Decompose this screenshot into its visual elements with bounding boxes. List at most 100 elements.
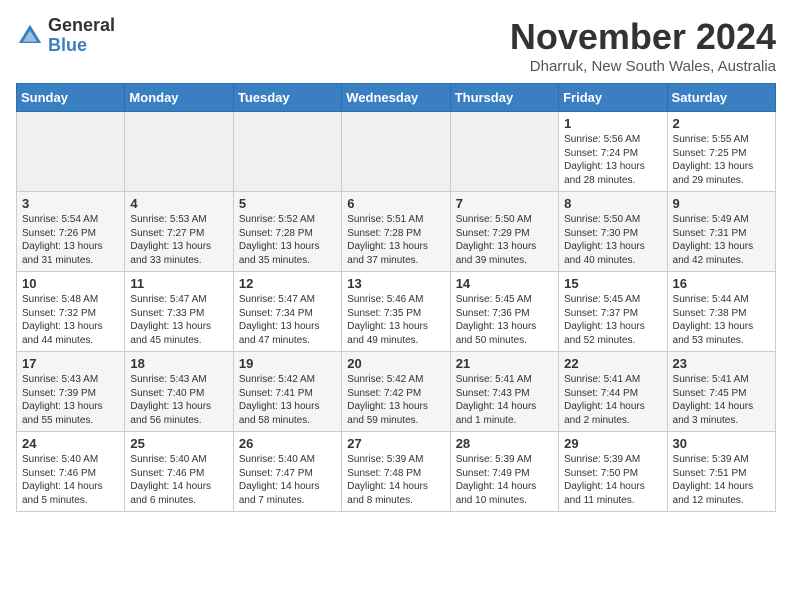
day-info: Sunrise: 5:50 AM Sunset: 7:29 PM Dayligh… [456,213,553,267]
day-info: Sunrise: 5:40 AM Sunset: 7:46 PM Dayligh… [130,453,227,507]
calendar-week-2: 3Sunrise: 5:54 AM Sunset: 7:26 PM Daylig… [17,192,776,272]
day-info: Sunrise: 5:45 AM Sunset: 7:37 PM Dayligh… [564,293,661,347]
calendar-cell: 26 Sunrise: 5:40 AM Sunset: 7:47 PM Dayli… [233,432,341,512]
day-info: Sunrise: 5:42 AM Sunset: 7:42 PM Dayligh… [347,373,444,427]
day-number: 28 [456,436,553,451]
calendar-title: November 2024 [510,16,776,58]
calendar-header-row: SundayMondayTuesdayWednesdayThursdayFrid… [17,84,776,112]
calendar-cell: 11 Sunrise: 5:47 AM Sunset: 7:33 PM Dayli… [125,272,233,352]
day-info: Sunrise: 5:47 AM Sunset: 7:34 PM Dayligh… [239,293,336,347]
day-number: 6 [347,196,444,211]
day-info: Sunrise: 5:39 AM Sunset: 7:48 PM Dayligh… [347,453,444,507]
calendar-week-4: 17 Sunrise: 5:43 AM Sunset: 7:39 PM Dayli… [17,352,776,432]
day-info: Sunrise: 5:50 AM Sunset: 7:30 PM Dayligh… [564,213,661,267]
calendar-week-5: 24 Sunrise: 5:40 AM Sunset: 7:46 PM Dayli… [17,432,776,512]
day-info: Sunrise: 5:49 AM Sunset: 7:31 PM Dayligh… [673,213,770,267]
calendar-cell: 3Sunrise: 5:54 AM Sunset: 7:26 PM Daylig… [17,192,125,272]
day-info: Sunrise: 5:53 AM Sunset: 7:27 PM Dayligh… [130,213,227,267]
logo-general-text: General [48,16,115,36]
day-number: 21 [456,356,553,371]
day-number: 16 [673,276,770,291]
calendar-cell [17,112,125,192]
day-info: Sunrise: 5:48 AM Sunset: 7:32 PM Dayligh… [22,293,119,347]
day-number: 9 [673,196,770,211]
header-friday: Friday [559,84,667,112]
header-tuesday: Tuesday [233,84,341,112]
title-block: November 2024 Dharruk, New South Wales, … [510,16,776,75]
day-number: 17 [22,356,119,371]
day-info: Sunrise: 5:47 AM Sunset: 7:33 PM Dayligh… [130,293,227,347]
calendar-cell [342,112,450,192]
day-info: Sunrise: 5:55 AM Sunset: 7:25 PM Dayligh… [673,133,770,187]
calendar-cell: 28 Sunrise: 5:39 AM Sunset: 7:49 PM Dayli… [450,432,558,512]
day-info: Sunrise: 5:42 AM Sunset: 7:41 PM Dayligh… [239,373,336,427]
calendar-cell: 6Sunrise: 5:51 AM Sunset: 7:28 PM Daylig… [342,192,450,272]
header-sunday: Sunday [17,84,125,112]
header-saturday: Saturday [667,84,775,112]
day-number: 5 [239,196,336,211]
day-info: Sunrise: 5:40 AM Sunset: 7:47 PM Dayligh… [239,453,336,507]
calendar-cell: 9 Sunrise: 5:49 AM Sunset: 7:31 PM Daylig… [667,192,775,272]
day-number: 26 [239,436,336,451]
day-number: 23 [673,356,770,371]
day-info: Sunrise: 5:54 AM Sunset: 7:26 PM Dayligh… [22,213,119,267]
calendar-table: SundayMondayTuesdayWednesdayThursdayFrid… [16,83,776,512]
calendar-cell: 16 Sunrise: 5:44 AM Sunset: 7:38 PM Dayli… [667,272,775,352]
day-number: 30 [673,436,770,451]
day-number: 2 [673,116,770,131]
page-header: General Blue November 2024 Dharruk, New … [16,16,776,75]
calendar-cell: 30Sunrise: 5:39 AM Sunset: 7:51 PM Dayli… [667,432,775,512]
calendar-cell: 25Sunrise: 5:40 AM Sunset: 7:46 PM Dayli… [125,432,233,512]
day-info: Sunrise: 5:44 AM Sunset: 7:38 PM Dayligh… [673,293,770,347]
calendar-cell: 20 Sunrise: 5:42 AM Sunset: 7:42 PM Dayli… [342,352,450,432]
day-number: 10 [22,276,119,291]
calendar-cell: 14 Sunrise: 5:45 AM Sunset: 7:36 PM Dayli… [450,272,558,352]
day-number: 7 [456,196,553,211]
calendar-week-1: 1 Sunrise: 5:56 AM Sunset: 7:24 PM Daylig… [17,112,776,192]
day-info: Sunrise: 5:39 AM Sunset: 7:49 PM Dayligh… [456,453,553,507]
logo: General Blue [16,16,115,56]
logo-icon [16,22,44,50]
calendar-cell: 15 Sunrise: 5:45 AM Sunset: 7:37 PM Dayli… [559,272,667,352]
day-number: 4 [130,196,227,211]
calendar-cell: 2 Sunrise: 5:55 AM Sunset: 7:25 PM Daylig… [667,112,775,192]
calendar-cell: 17 Sunrise: 5:43 AM Sunset: 7:39 PM Dayli… [17,352,125,432]
calendar-cell: 5Sunrise: 5:52 AM Sunset: 7:28 PM Daylig… [233,192,341,272]
calendar-subtitle: Dharruk, New South Wales, Australia [510,58,776,75]
day-number: 22 [564,356,661,371]
calendar-cell: 23Sunrise: 5:41 AM Sunset: 7:45 PM Dayli… [667,352,775,432]
day-number: 20 [347,356,444,371]
calendar-cell: 12Sunrise: 5:47 AM Sunset: 7:34 PM Dayli… [233,272,341,352]
day-info: Sunrise: 5:45 AM Sunset: 7:36 PM Dayligh… [456,293,553,347]
calendar-cell [125,112,233,192]
day-info: Sunrise: 5:41 AM Sunset: 7:43 PM Dayligh… [456,373,553,427]
day-number: 24 [22,436,119,451]
calendar-cell: 19Sunrise: 5:42 AM Sunset: 7:41 PM Dayli… [233,352,341,432]
header-monday: Monday [125,84,233,112]
day-info: Sunrise: 5:46 AM Sunset: 7:35 PM Dayligh… [347,293,444,347]
calendar-cell: 8Sunrise: 5:50 AM Sunset: 7:30 PM Daylig… [559,192,667,272]
day-info: Sunrise: 5:43 AM Sunset: 7:39 PM Dayligh… [22,373,119,427]
day-info: Sunrise: 5:56 AM Sunset: 7:24 PM Dayligh… [564,133,661,187]
header-wednesday: Wednesday [342,84,450,112]
day-number: 11 [130,276,227,291]
day-number: 27 [347,436,444,451]
calendar-cell: 27 Sunrise: 5:39 AM Sunset: 7:48 PM Dayli… [342,432,450,512]
day-number: 29 [564,436,661,451]
day-number: 18 [130,356,227,371]
day-info: Sunrise: 5:41 AM Sunset: 7:44 PM Dayligh… [564,373,661,427]
day-number: 15 [564,276,661,291]
day-number: 13 [347,276,444,291]
calendar-cell: 7 Sunrise: 5:50 AM Sunset: 7:29 PM Daylig… [450,192,558,272]
calendar-cell: 4 Sunrise: 5:53 AM Sunset: 7:27 PM Daylig… [125,192,233,272]
calendar-cell [233,112,341,192]
calendar-cell [450,112,558,192]
logo-blue-text: Blue [48,36,115,56]
day-number: 14 [456,276,553,291]
day-info: Sunrise: 5:39 AM Sunset: 7:50 PM Dayligh… [564,453,661,507]
calendar-cell: 13 Sunrise: 5:46 AM Sunset: 7:35 PM Dayli… [342,272,450,352]
day-number: 1 [564,116,661,131]
calendar-cell: 10 Sunrise: 5:48 AM Sunset: 7:32 PM Dayli… [17,272,125,352]
day-info: Sunrise: 5:40 AM Sunset: 7:46 PM Dayligh… [22,453,119,507]
calendar-cell: 18Sunrise: 5:43 AM Sunset: 7:40 PM Dayli… [125,352,233,432]
